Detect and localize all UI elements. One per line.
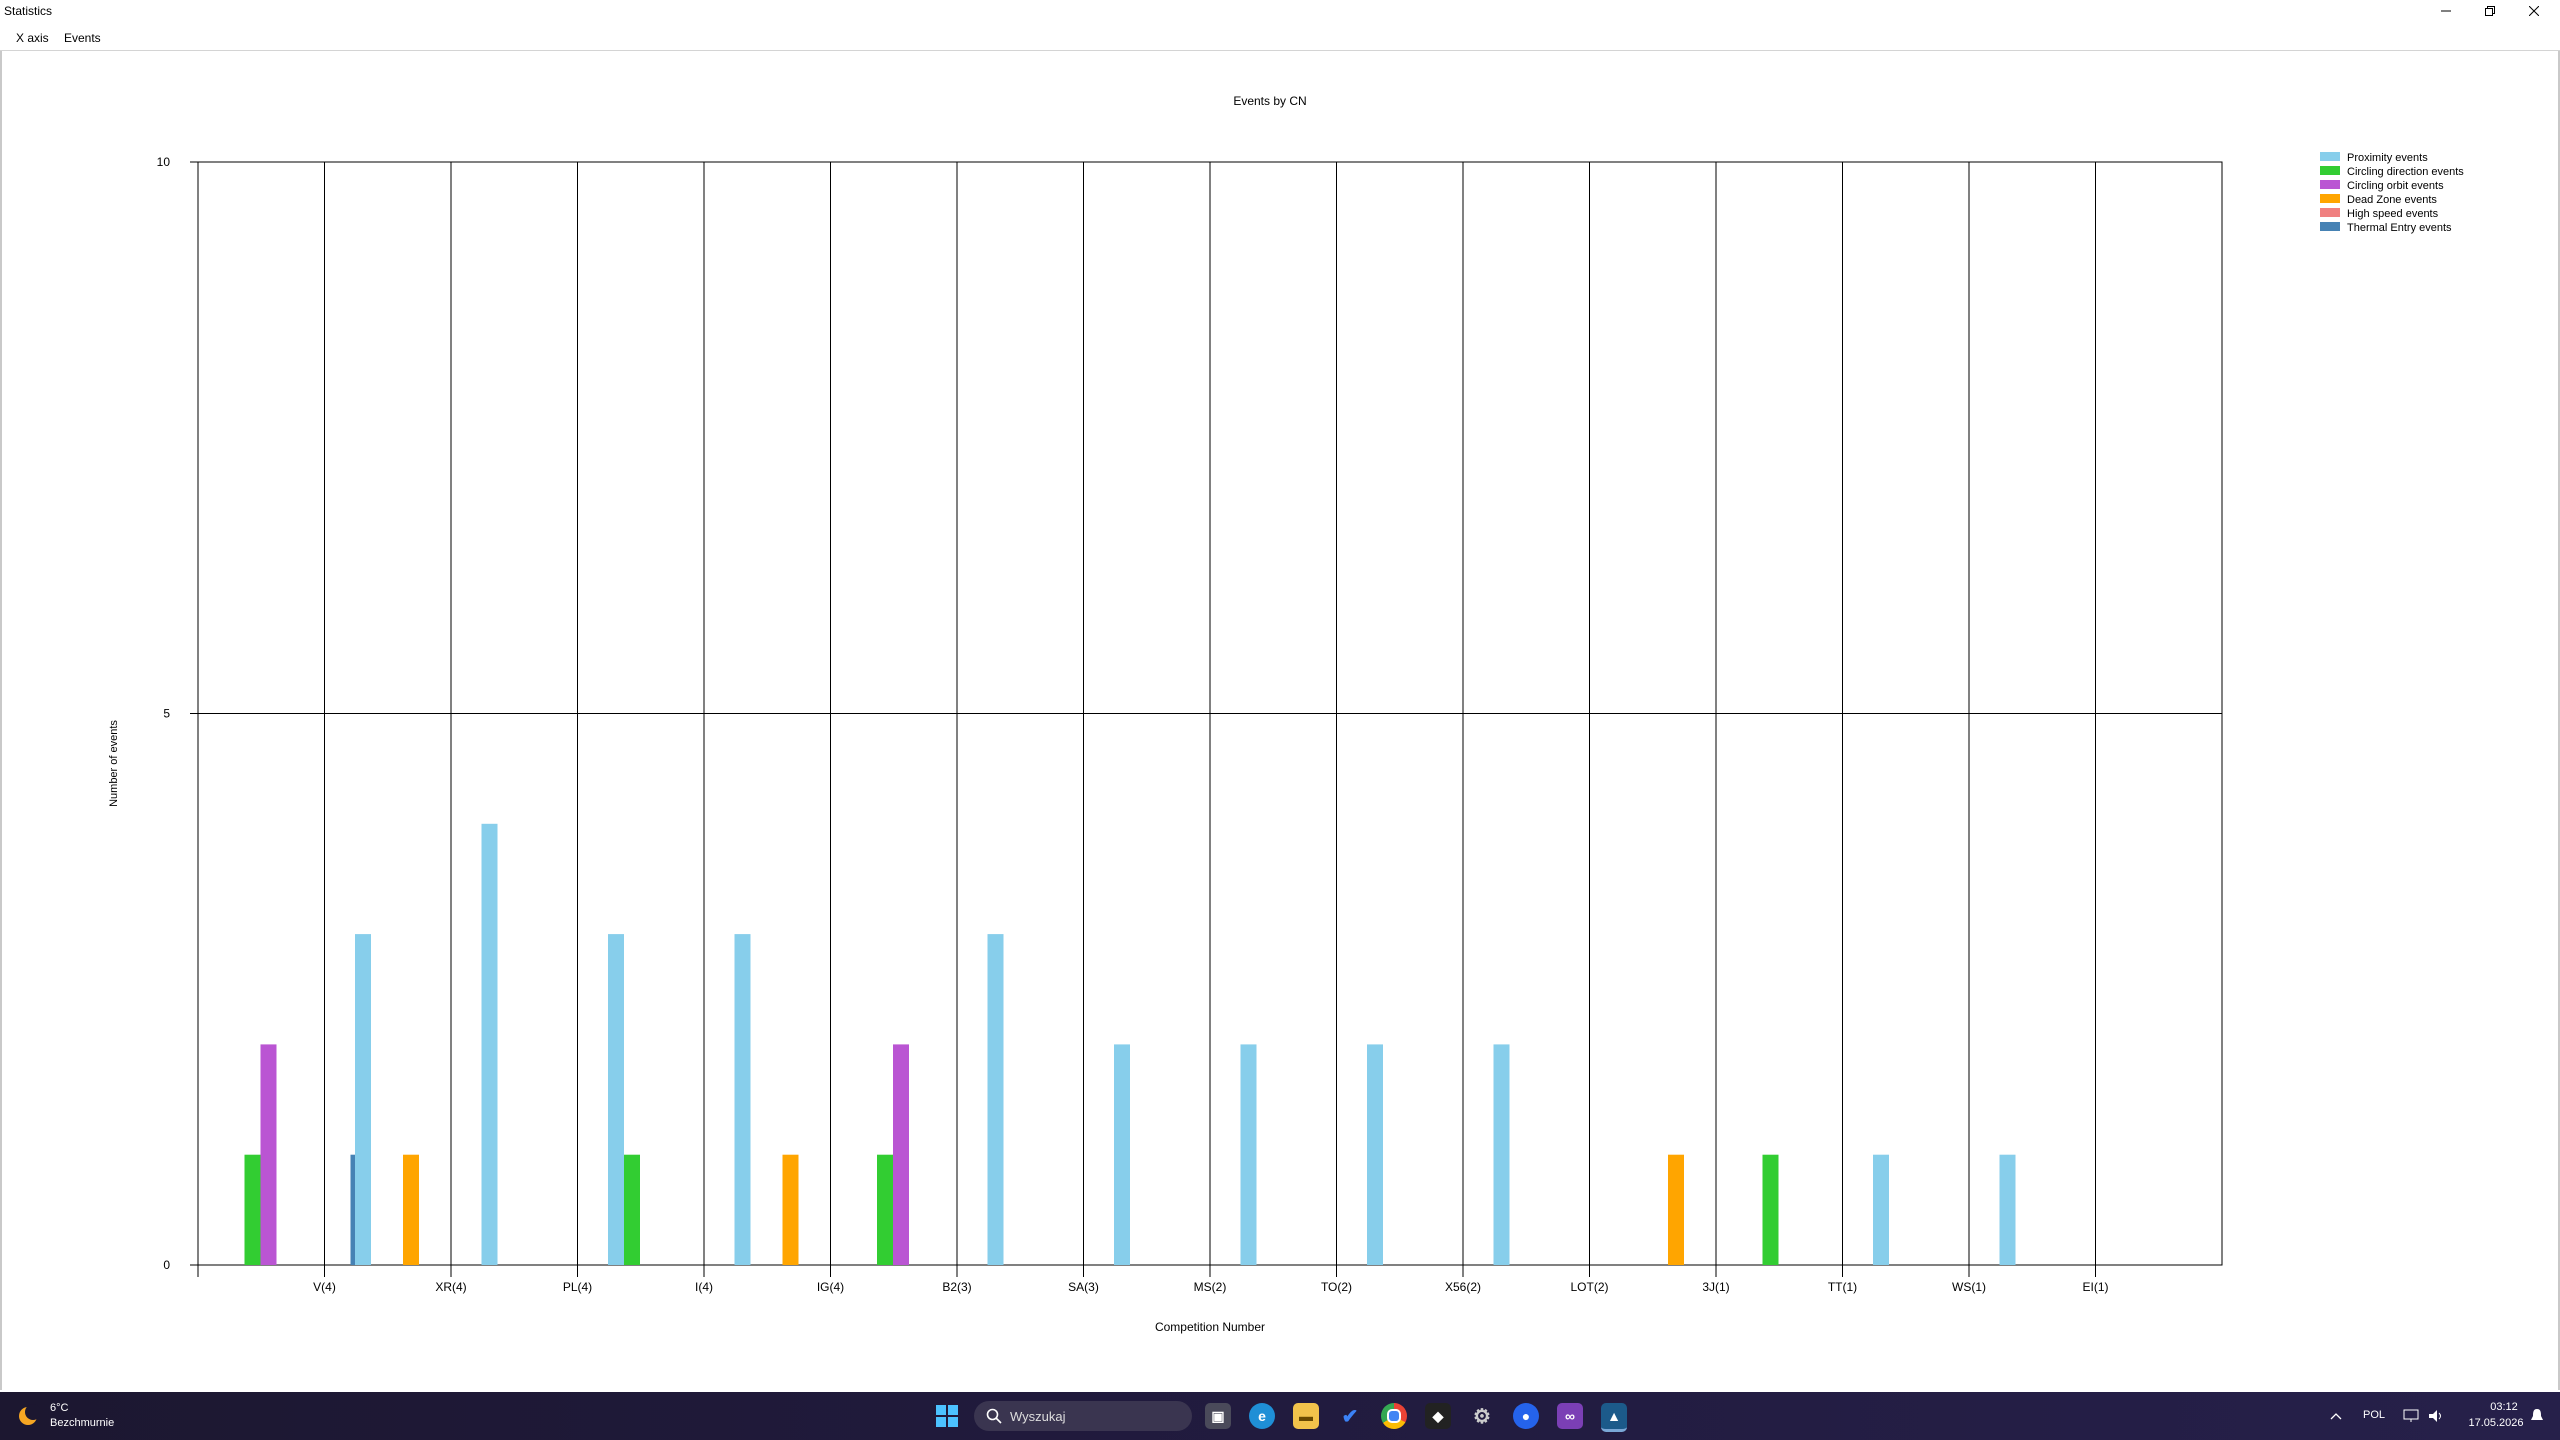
bar: [355, 934, 371, 1265]
legend-swatch: [2320, 166, 2340, 175]
legend-label: High speed events: [2347, 208, 2439, 220]
minimize-button[interactable]: [2424, 0, 2468, 22]
legend-label: Circling orbit events: [2347, 180, 2444, 192]
x-tick-label: LOT(2): [1570, 1280, 1608, 1294]
start-icon: [936, 1405, 958, 1427]
title-bar: Statistics: [0, 0, 2560, 25]
bar: [1367, 1044, 1383, 1265]
legend-swatch: [2320, 180, 2340, 189]
legend-swatch: [2320, 208, 2340, 217]
x-tick-label: 3J(1): [1702, 1280, 1729, 1294]
y-tick-label: 0: [163, 1258, 170, 1272]
x-tick-label: B2(3): [942, 1280, 971, 1294]
search-box[interactable]: Wyszukaj: [974, 1401, 1192, 1431]
chart-area: Events by CN 0 5 10 V(4) XR(4) PL(4) I(4) IG(4) B…: [0, 51, 2560, 1390]
chrome-icon[interactable]: [1381, 1403, 1407, 1429]
bar: [782, 1154, 799, 1265]
x-tick-label: WS(1): [1952, 1280, 1986, 1294]
x-tick-label: V(4): [313, 1280, 336, 1294]
bar: [403, 1154, 419, 1265]
bar: [1493, 1044, 1510, 1265]
bar: [608, 934, 624, 1265]
y-tick-label: 5: [163, 707, 170, 721]
search-placeholder: Wyszukaj: [1010, 1409, 1066, 1424]
bar: [1762, 1154, 1779, 1265]
y-axis-label: Number of events: [108, 720, 120, 807]
window-title: Statistics: [4, 4, 53, 18]
chart-title: Events by CN: [1233, 94, 1306, 108]
x-tick-label: EI(1): [2082, 1280, 2108, 1294]
events-chart: Events by CN 0 5 10 V(4) XR(4) PL(4) I(4) IG(4) B…: [108, 94, 2464, 1334]
bar: [1114, 1044, 1130, 1265]
legend-label: Dead Zone events: [2347, 194, 2437, 206]
minimize-icon: [2441, 10, 2451, 12]
x-tick-label: SA(3): [1068, 1280, 1099, 1294]
volume-icon[interactable]: [2428, 1409, 2444, 1423]
bar: [877, 1154, 893, 1265]
bar: [260, 1044, 277, 1265]
x-tick-label: IG(4): [817, 1280, 844, 1294]
legend-label: Thermal Entry events: [2347, 222, 2452, 234]
legend-swatch: [2320, 194, 2340, 203]
bar: [734, 934, 751, 1265]
bar: [624, 1154, 640, 1265]
chevron-up-icon[interactable]: [2330, 1412, 2342, 1420]
bar: [1999, 1154, 2016, 1265]
maps-icon[interactable]: ●: [1513, 1403, 1539, 1429]
x-tick-label: TT(1): [1828, 1280, 1857, 1294]
app-icon[interactable]: ◆: [1425, 1403, 1451, 1429]
bar: [987, 934, 1004, 1265]
bar: [1240, 1044, 1257, 1265]
visual-studio-icon[interactable]: ∞: [1557, 1403, 1583, 1429]
close-icon: [2529, 6, 2539, 16]
x-tick-label: XR(4): [435, 1280, 466, 1294]
bar: [1668, 1154, 1684, 1265]
notification-icon[interactable]: [2530, 1408, 2544, 1424]
language-indicator[interactable]: POL: [2363, 1409, 2385, 1421]
bar: [1873, 1154, 1889, 1265]
weather-desc: Bezchmurnie: [50, 1417, 115, 1429]
active-app-icon[interactable]: ▲: [1601, 1403, 1627, 1432]
close-button[interactable]: [2512, 0, 2556, 22]
restore-icon: [2485, 6, 2495, 16]
x-tick-label: MS(2): [1194, 1280, 1227, 1294]
x-axis-label: Competition Number: [1155, 1320, 1265, 1334]
y-tick-label: 10: [157, 155, 171, 169]
clock-time[interactable]: 03:12: [2474, 1401, 2534, 1413]
edge-icon[interactable]: e: [1249, 1403, 1275, 1429]
restore-button[interactable]: [2468, 0, 2512, 22]
weather-widget[interactable]: 6°C Bezchmurnie: [16, 1400, 136, 1432]
search-icon: [986, 1408, 1002, 1424]
file-explorer-icon[interactable]: ▬: [1293, 1403, 1319, 1429]
x-tick-label: TO(2): [1321, 1280, 1352, 1294]
moon-icon: [19, 1404, 40, 1425]
legend-swatch: [2320, 152, 2340, 161]
network-icon[interactable]: [2403, 1409, 2419, 1423]
weather-temp: 6°C: [50, 1402, 69, 1414]
x-tick-label: PL(4): [563, 1280, 592, 1294]
legend-swatch: [2320, 222, 2340, 231]
bar: [893, 1044, 909, 1265]
menu-events[interactable]: Events: [64, 31, 101, 45]
legend-label: Circling direction events: [2347, 166, 2464, 178]
task-view-icon[interactable]: ▣: [1205, 1403, 1231, 1429]
clock-date[interactable]: 17.05.2026: [2458, 1417, 2534, 1429]
settings-icon[interactable]: ⚙: [1469, 1403, 1495, 1429]
legend-label: Proximity events: [2347, 152, 2428, 164]
menu-bar: X axis Events: [0, 24, 2560, 51]
bar: [244, 1154, 261, 1265]
x-tick-label: I(4): [695, 1280, 713, 1294]
menu-x-axis[interactable]: X axis: [16, 31, 49, 45]
x-tick-label: X56(2): [1445, 1280, 1481, 1294]
bar: [481, 823, 498, 1265]
taskbar: 6°C Bezchmurnie Wyszukaj ▣ e ▬ ✔ ◆ ⚙ ● ∞…: [0, 1392, 2560, 1440]
todo-icon[interactable]: ✔: [1337, 1403, 1363, 1429]
start-button[interactable]: [934, 1403, 960, 1429]
